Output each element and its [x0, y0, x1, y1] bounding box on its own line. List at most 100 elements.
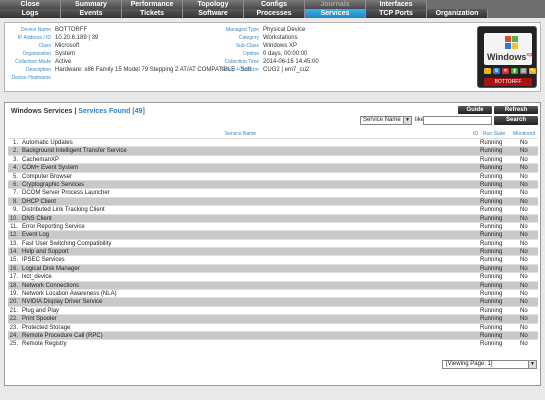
table-row[interactable]: 18. Network Connections Running No [8, 280, 538, 290]
warning-icon[interactable]: ! [484, 68, 491, 74]
tab-interfaces[interactable]: Interfaces [366, 0, 427, 9]
run-state: Running [480, 274, 503, 281]
table-row[interactable]: 10. DNS Client Running No [8, 213, 538, 222]
page-select[interactable]: [Viewing Page: 1] ▼ [442, 360, 537, 369]
monitored-value: No [520, 156, 528, 163]
service-name: IPSEC Services [22, 257, 65, 264]
row-number: 9. [12, 207, 18, 214]
wrench-icon[interactable]: ✎ [529, 68, 536, 74]
row-number: 1. [12, 140, 18, 146]
tab-software[interactable]: Software [183, 9, 244, 18]
run-state: Running [480, 156, 503, 163]
tab-row-primary: Close Summary Performance Topology Configs Jo… [0, 0, 427, 9]
run-state: Running [480, 307, 503, 314]
page-select-value: [Viewing Page: 1] [446, 361, 493, 367]
guide-button[interactable]: Guide [458, 106, 492, 114]
table-row[interactable]: 6. Cryptographic Services Running No [8, 179, 538, 189]
row-number: 25. [9, 341, 18, 348]
col-service-name[interactable]: Service Name [8, 130, 473, 138]
table-row[interactable]: 8. DHCP Client Running No [8, 196, 538, 206]
run-state: Running [480, 291, 503, 298]
alert-icon[interactable]: ✕ [502, 68, 509, 74]
table-row[interactable]: 17. lxct_device Running No [8, 272, 538, 281]
tab-tcp-ports[interactable]: TCP Ports [366, 9, 427, 18]
service-name: Computer Browser [22, 173, 73, 180]
table-row[interactable]: 19. Network Location Awareness (NLA) Runni… [8, 289, 538, 298]
run-state: Running [480, 207, 503, 214]
table-row[interactable]: 25. Remote Registry Running No [8, 339, 538, 348]
table-row[interactable]: 1. Automatic Updates Running No [8, 138, 538, 147]
row-number: 20. [9, 299, 18, 306]
row-number: 21. [9, 307, 18, 314]
windows-logo: Windowsxp [484, 33, 532, 65]
monitored-value: No [520, 257, 528, 264]
tab-organization[interactable]: Organization [427, 9, 488, 18]
table-row[interactable]: 5. Computer Browser Running No [8, 171, 538, 180]
table-row[interactable]: 23. Protected Storage Running No [8, 322, 538, 331]
info-value: BOTTORFF [55, 27, 88, 33]
row-number: 15. [9, 257, 18, 264]
search-button[interactable]: Search [494, 116, 538, 125]
table-row[interactable]: 21. Plug and Play Running No [8, 305, 538, 315]
tab-configs[interactable]: Configs [244, 0, 305, 9]
table-row[interactable]: 12. Event Log Running No [8, 230, 538, 239]
table-row[interactable]: 2. Background Intelligent Transfer Servic… [8, 146, 538, 155]
table-row[interactable]: 14. Help and Support Running No [8, 247, 538, 256]
tab-performance[interactable]: Performance [122, 0, 183, 9]
table-row[interactable]: 16. Logical Disk Manager Running No [8, 263, 538, 273]
search-input[interactable] [423, 116, 492, 125]
tab-row-secondary: Logs Events Tickets Software Processes Servic… [0, 9, 488, 18]
table-row[interactable]: 15. IPSEC Services Running No [8, 255, 538, 264]
info-value: Physical Device [263, 27, 306, 33]
tab-events[interactable]: Events [61, 9, 122, 18]
service-name: COM+ Event System [22, 165, 79, 172]
row-number: 10. [9, 215, 18, 222]
run-state: Running [480, 190, 503, 197]
row-number: 14. [9, 249, 18, 256]
tab-logs[interactable]: Logs [0, 9, 61, 18]
table-row[interactable]: 11. Error Reporting Service Running No [8, 221, 538, 231]
refresh-button[interactable]: Refresh [494, 106, 538, 114]
row-number: 22. [9, 316, 18, 323]
info-label: Class [38, 43, 51, 49]
monitored-value: No [520, 291, 528, 298]
monitored-value: No [520, 173, 528, 180]
info-value: 0 days, 00:00:00 [263, 51, 308, 57]
tab-processes[interactable]: Processes [244, 9, 305, 18]
filter-field-value: Service Name [363, 117, 401, 123]
table-row[interactable]: 22. Print Spooler Running No [8, 314, 538, 323]
tab-menu: Close Summary Performance Topology Configs Jo… [0, 0, 545, 18]
tab-close[interactable]: Close [0, 0, 61, 9]
tab-services[interactable]: Services [305, 9, 366, 18]
tab-topology[interactable]: Topology [183, 0, 244, 9]
service-name: DNS Client [22, 215, 52, 222]
tools-icon[interactable]: ⚙ [493, 68, 500, 74]
chart-icon[interactable]: ▮ [511, 68, 518, 74]
filter-field-select[interactable]: Service Name ▼ [360, 116, 412, 125]
table-row[interactable]: 7. DCOM Server Process Launcher Running No [8, 188, 538, 197]
tab-summary[interactable]: Summary [61, 0, 122, 9]
tab-tickets[interactable]: Tickets [122, 9, 183, 18]
service-name: Background Intelligent Transfer Service [22, 148, 127, 155]
table-row[interactable]: 13. Fast User Switching Compatibility Runn… [8, 238, 538, 248]
monitored-value: No [520, 190, 528, 197]
row-number: 18. [9, 282, 18, 289]
table-row[interactable]: 3. CachemanXP Running No [8, 154, 538, 164]
row-number: 4. [12, 165, 18, 172]
col-id[interactable]: ID [473, 130, 483, 138]
table-row[interactable]: 9. Distributed Link Tracking Client Runnin… [8, 205, 538, 214]
services-panel: Windows Services | Services Found [49] G… [4, 102, 541, 386]
service-name: Protected Storage [22, 324, 71, 331]
windows-logo-text: Windowsxp [487, 52, 533, 62]
table-row[interactable]: 4. COM+ Event System Running No [8, 163, 538, 172]
run-state: Running [480, 165, 503, 172]
row-number: 3. [12, 156, 18, 163]
windows-flag-icon [505, 36, 519, 50]
col-run-state[interactable]: Run State [483, 130, 513, 138]
col-monitored[interactable]: Monitored [513, 130, 538, 138]
monitored-value: No [520, 207, 528, 214]
table-row[interactable]: 20. NVIDIA Display Driver Service Running N… [8, 297, 538, 306]
folder-icon[interactable]: ▤ [520, 68, 527, 74]
row-number: 5. [12, 173, 18, 180]
table-row[interactable]: 24. Remote Procedure Call (RPC) Running No [8, 330, 538, 340]
